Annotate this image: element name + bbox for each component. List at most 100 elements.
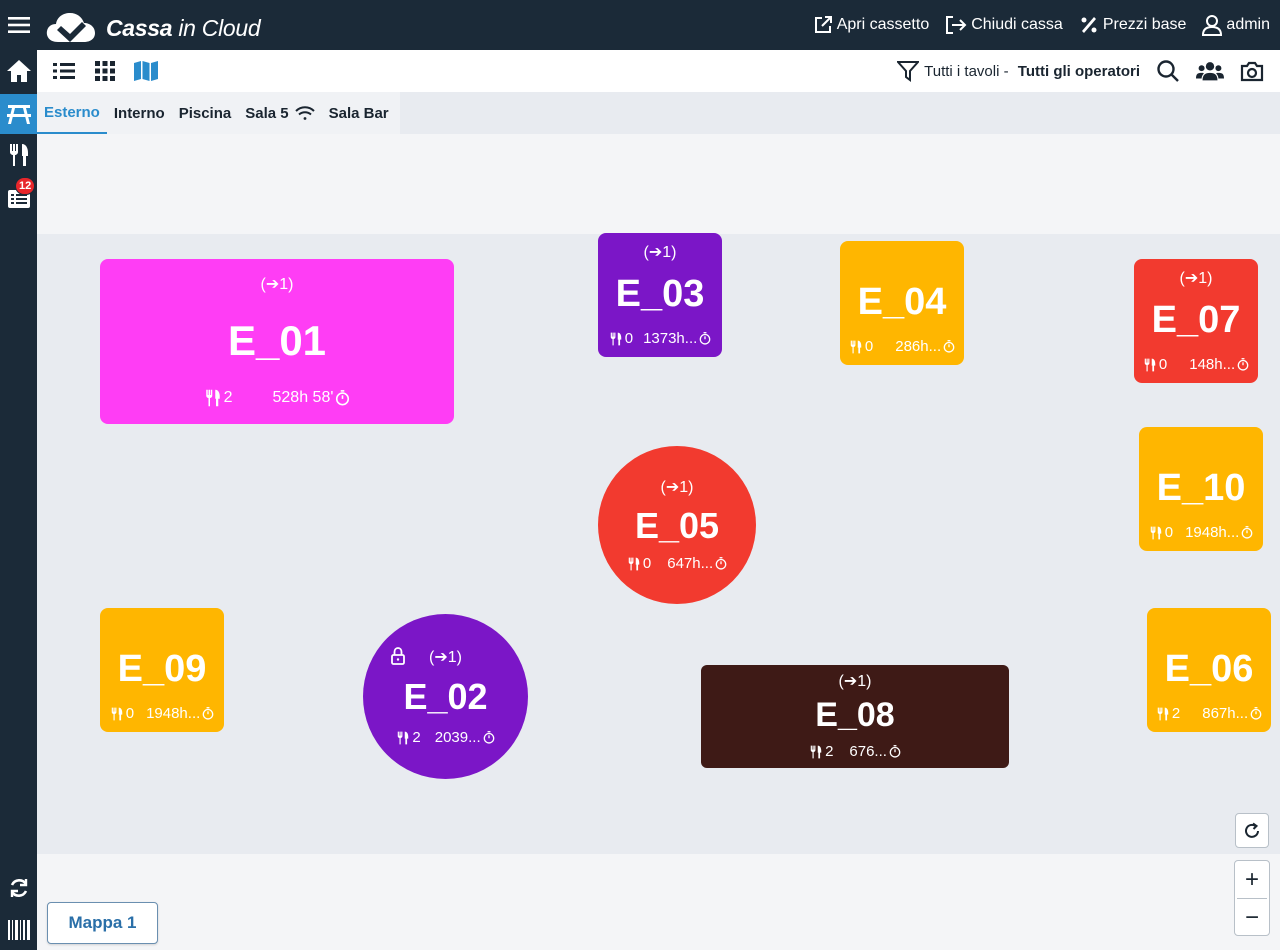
table-e-02[interactable]: (➔1) E_02 2 2039...	[363, 614, 528, 779]
table-covers: 2	[223, 389, 233, 406]
users-group-icon	[1196, 62, 1224, 81]
filter-button[interactable]: Tutti i tavoli - Tutti gli operatori	[897, 60, 1140, 82]
table-name: E_06	[1164, 648, 1254, 690]
covers-icon	[810, 745, 822, 758]
table-indicator: (➔1)	[838, 673, 872, 690]
table-e-06[interactable]: E_06 2 867h...	[1147, 608, 1271, 732]
table-time: 1948h...	[1185, 524, 1240, 541]
timer-icon	[715, 557, 727, 570]
table-time: 148h...	[1189, 356, 1236, 373]
grid-view-button[interactable]	[92, 58, 118, 84]
tab-sala-bar[interactable]: Sala Bar	[322, 92, 396, 134]
sidebar-item-barcode[interactable]	[0, 910, 37, 950]
refresh-map-button[interactable]	[1235, 813, 1269, 848]
timer-icon	[943, 340, 955, 353]
grid-icon	[95, 61, 115, 81]
table-covers: 0	[624, 330, 634, 347]
prezzi-base-button[interactable]: Prezzi base	[1079, 15, 1187, 35]
table-covers: 0	[864, 338, 874, 355]
prezzi-base-label: Prezzi base	[1102, 16, 1187, 33]
percent-icon	[1081, 17, 1097, 33]
table-e-05[interactable]: (➔1) E_05 0 647h...	[598, 446, 756, 604]
table-name: E_01	[227, 317, 327, 364]
map-header-area	[37, 134, 1280, 234]
table-name: E_09	[117, 648, 207, 690]
sidebar-item-sync[interactable]	[0, 868, 37, 908]
table-time: 647h...	[667, 555, 714, 572]
table-indicator: (➔1)	[660, 479, 694, 496]
sidebar-item-home[interactable]	[0, 51, 37, 91]
map-view-button[interactable]	[133, 58, 159, 84]
tab-sala-5[interactable]: Sala 5	[238, 92, 321, 134]
timer-icon	[1241, 526, 1253, 539]
table-time: 1373h...	[643, 330, 698, 347]
wifi-icon	[294, 105, 315, 120]
tab-esterno-label: Esterno	[44, 103, 100, 121]
list-icon	[53, 63, 75, 79]
table-covers: 0	[1158, 356, 1168, 373]
zoom-in-button[interactable]: +	[1235, 861, 1269, 898]
table-covers: 2	[412, 729, 421, 746]
filter-label-prefix: Tutti i tavoli -	[924, 62, 1013, 80]
tab-interno-label: Interno	[113, 104, 165, 122]
tab-piscina[interactable]: Piscina	[172, 92, 239, 134]
table-name: E_02	[403, 676, 488, 717]
apri-cassetto-label: Apri cassetto	[836, 16, 930, 33]
list-view-button[interactable]	[51, 58, 77, 84]
table-covers: 0	[642, 555, 652, 572]
table-covers: 2	[825, 743, 834, 760]
table-e-10[interactable]: E_10 0 1948h...	[1139, 427, 1263, 551]
table-indicator: (➔1)	[1179, 270, 1213, 287]
camera-icon	[1240, 61, 1264, 82]
tab-sala-5-label: Sala 5	[245, 104, 289, 122]
external-open-icon	[814, 16, 832, 33]
timer-icon	[1250, 707, 1262, 720]
table-covers: 2	[1171, 705, 1181, 722]
table-e-09[interactable]: E_09 0 1948h...	[100, 608, 224, 732]
search-button[interactable]	[1154, 57, 1182, 85]
table-indicator: (➔1)	[260, 276, 294, 293]
timer-icon	[336, 390, 350, 406]
operators-button[interactable]	[1196, 57, 1224, 85]
covers-icon	[1144, 358, 1156, 371]
timer-icon	[1237, 358, 1249, 371]
map-footer-area	[37, 854, 1280, 950]
table-e-03[interactable]: (➔1) E_03 0 1373h...	[598, 233, 722, 357]
timer-icon	[202, 707, 214, 720]
timer-icon	[483, 731, 494, 744]
picnic-table-icon	[6, 105, 31, 124]
menu-icon[interactable]	[0, 0, 37, 50]
table-e-01[interactable]: (➔1) E_01 2 528h 58'	[100, 259, 454, 424]
map-selector-button[interactable]: Mappa 1	[47, 902, 158, 944]
covers-icon	[610, 332, 621, 345]
chiudi-cassa-button[interactable]: Chiudi cassa	[945, 15, 1063, 35]
table-e-07[interactable]: (➔1) E_07 0 148h...	[1134, 259, 1258, 383]
admin-user-button[interactable]: admin	[1202, 14, 1270, 36]
zoom-controls: + −	[1234, 860, 1270, 936]
cloud-logo-icon	[46, 13, 95, 42]
table-e-04[interactable]: E_04 0 286h...	[840, 241, 964, 365]
room-tabs: Esterno Interno Piscina Sala 5 Sala Bar	[37, 92, 1280, 134]
covers-icon	[1157, 707, 1169, 720]
apri-cassetto-button[interactable]: Apri cassetto	[813, 15, 929, 35]
sidebar-item-menu[interactable]	[0, 135, 37, 175]
sidebar-item-orders[interactable]: 12	[0, 177, 37, 218]
tab-sala-bar-label: Sala Bar	[328, 104, 389, 122]
camera-button[interactable]	[1238, 57, 1266, 85]
covers-icon	[628, 557, 640, 570]
table-name: E_04	[857, 281, 947, 323]
sidebar-item-tables[interactable]	[0, 94, 37, 134]
table-e-08[interactable]: (➔1) E_08 2 676...	[701, 665, 1009, 768]
chiudi-cassa-label: Chiudi cassa	[971, 16, 1063, 33]
tab-interno[interactable]: Interno	[107, 92, 172, 134]
notifications-badge: 12	[15, 177, 36, 195]
tab-esterno[interactable]: Esterno	[37, 92, 107, 134]
home-icon	[6, 60, 31, 82]
table-time: 676...	[849, 743, 887, 760]
table-name: E_03	[615, 273, 705, 315]
table-name: E_05	[634, 505, 720, 546]
refresh-icon	[1245, 822, 1259, 838]
zoom-out-button[interactable]: −	[1235, 899, 1269, 936]
tab-piscina-label: Piscina	[178, 104, 232, 122]
user-icon	[1202, 15, 1223, 36]
